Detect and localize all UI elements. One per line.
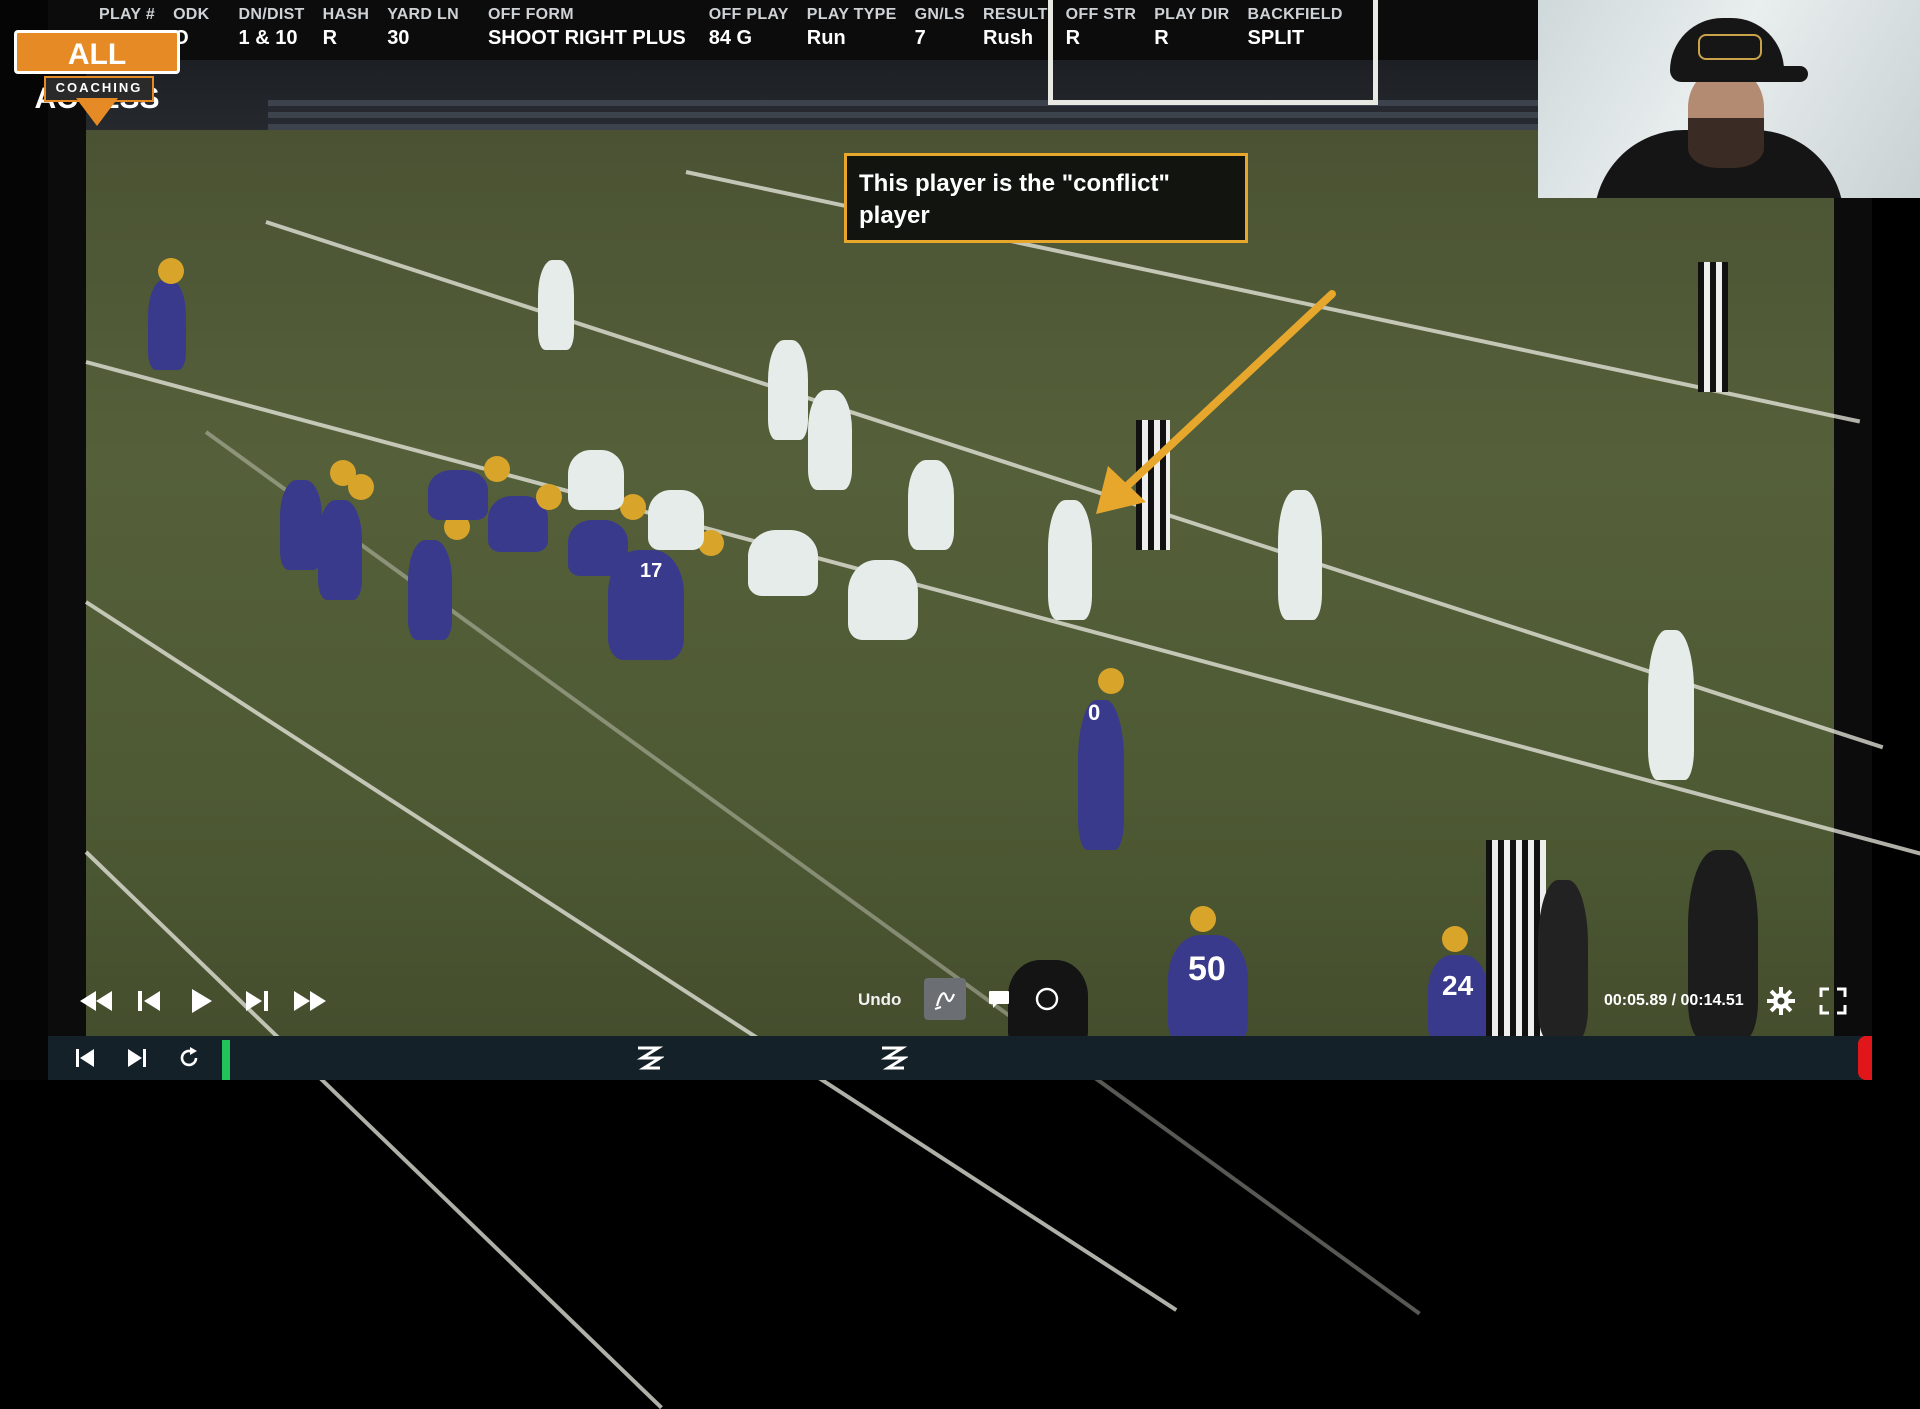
skip-to-end-icon[interactable] bbox=[122, 1044, 152, 1072]
stat-result: RESULT Rush bbox=[983, 6, 1048, 49]
stat-off-form: OFF FORM SHOOT RIGHT PLUS bbox=[487, 6, 686, 49]
all-access-coaching-logo: ALL ACCESS COACHING bbox=[14, 30, 180, 126]
freehand-draw-button[interactable] bbox=[924, 978, 966, 1020]
jersey-number: 17 bbox=[640, 560, 663, 582]
rewind-icon[interactable] bbox=[76, 986, 116, 1016]
stat-off-play: OFF PLAY 84 G bbox=[708, 6, 789, 49]
circle-tool-icon[interactable] bbox=[1032, 984, 1062, 1014]
stat-hash: HASH R bbox=[322, 6, 370, 49]
referee bbox=[1698, 262, 1728, 392]
stat-play-direction: PLAY DIR R bbox=[1154, 6, 1230, 49]
defensive-player bbox=[908, 460, 954, 550]
text-box-tool-icon[interactable] bbox=[984, 984, 1014, 1014]
timeline-bar[interactable] bbox=[48, 1036, 1872, 1080]
defensive-player bbox=[648, 490, 704, 550]
defensive-player bbox=[748, 530, 818, 596]
stat-gain-loss: GN/LS 7 bbox=[914, 6, 966, 49]
play-icon[interactable] bbox=[186, 986, 218, 1016]
undo-button[interactable]: Undo bbox=[858, 990, 901, 1010]
hat-logo-icon bbox=[1698, 34, 1762, 60]
left-letterbox bbox=[0, 0, 48, 1080]
stat-off-strength: OFF STR R bbox=[1065, 6, 1137, 49]
annotation-callout[interactable]: This player is the "conflict" player bbox=[844, 153, 1248, 243]
presenter-webcam bbox=[1538, 0, 1920, 198]
offensive-player bbox=[280, 480, 322, 570]
defensive-player bbox=[848, 560, 918, 640]
annotation-marker-icon[interactable] bbox=[634, 1042, 664, 1074]
offensive-lineman bbox=[428, 470, 488, 520]
fullscreen-icon[interactable] bbox=[1816, 984, 1850, 1018]
annotation-arrow-icon[interactable] bbox=[1070, 280, 1350, 540]
defensive-player bbox=[568, 450, 624, 510]
replay-icon[interactable] bbox=[174, 1044, 204, 1072]
pen-icon bbox=[934, 992, 956, 1010]
defensive-back bbox=[538, 260, 574, 350]
play-stats-bar: PLAY # 48 ODK O DN/DIST 1 & 10 HASH R YA… bbox=[90, 6, 1352, 54]
linebacker bbox=[808, 390, 852, 490]
stat-yard-line: YARD LN 30 bbox=[387, 6, 459, 49]
skip-to-start-icon[interactable] bbox=[70, 1044, 100, 1072]
yard-line bbox=[84, 850, 663, 1409]
stat-play-type: PLAY TYPE Run bbox=[806, 6, 897, 49]
jersey-number: 0 bbox=[1088, 700, 1101, 725]
linebacker bbox=[768, 340, 808, 440]
timeline-progress-handle[interactable] bbox=[222, 1040, 230, 1080]
fast-forward-icon[interactable] bbox=[290, 986, 330, 1016]
logo-title: ALL ACCESS bbox=[14, 30, 180, 115]
timeline-end-marker bbox=[1858, 1036, 1872, 1080]
offensive-player bbox=[408, 540, 452, 640]
quarterback bbox=[1078, 700, 1124, 850]
defensive-back bbox=[1648, 630, 1694, 780]
settings-gear-icon[interactable] bbox=[1764, 984, 1798, 1018]
stat-down-distance: DN/DIST 1 & 10 bbox=[238, 6, 305, 49]
step-back-icon[interactable] bbox=[132, 986, 166, 1016]
stat-backfield: BACKFIELD SPLIT bbox=[1247, 6, 1343, 49]
offensive-player bbox=[318, 500, 362, 600]
playback-controls: Undo 00:05.89 / 00:14.51 bbox=[48, 972, 1872, 1034]
annotation-marker-icon[interactable] bbox=[878, 1042, 908, 1074]
logo-shield-icon bbox=[76, 98, 118, 126]
step-forward-icon[interactable] bbox=[240, 986, 274, 1016]
wide-receiver bbox=[148, 280, 186, 370]
yard-line bbox=[84, 600, 1178, 1312]
time-display: 00:05.89 / 00:14.51 bbox=[1604, 992, 1744, 1009]
